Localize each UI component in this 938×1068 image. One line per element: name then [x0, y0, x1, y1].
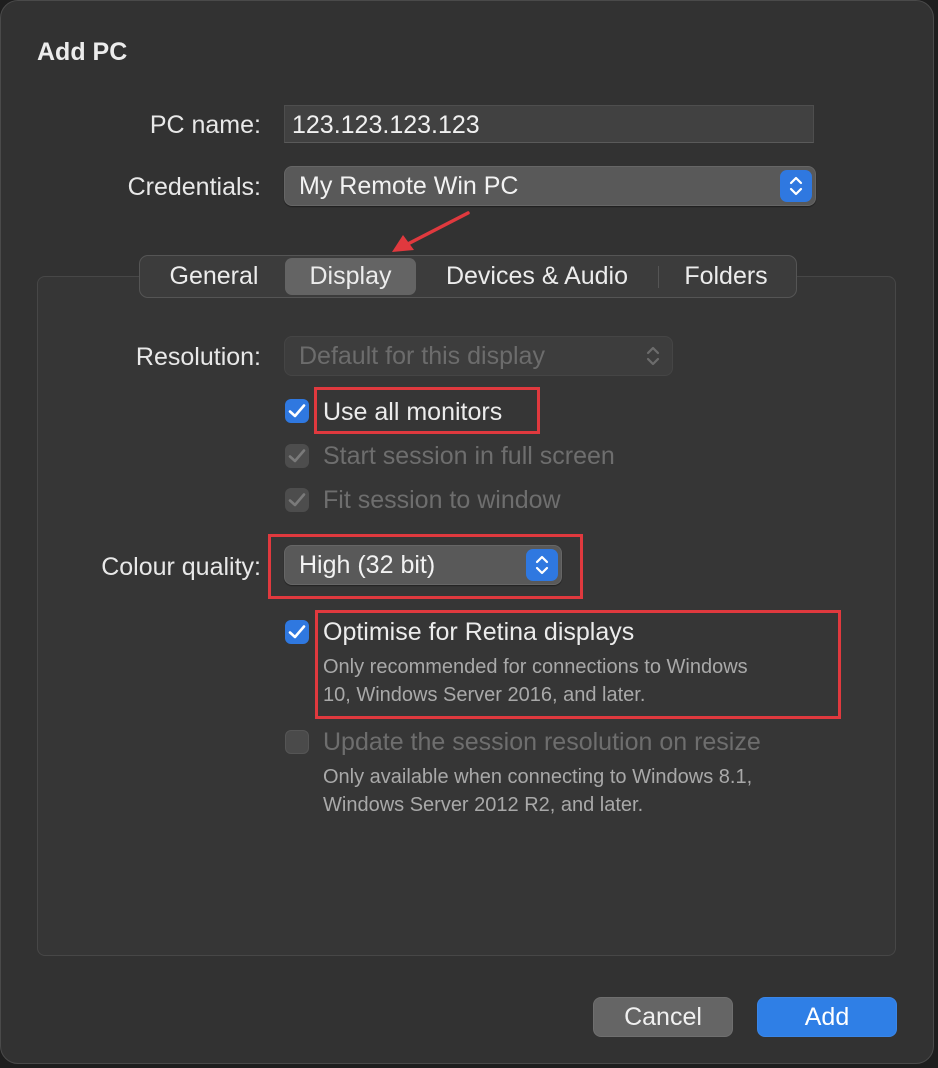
popup-stepper-icon	[637, 340, 669, 372]
use-all-monitors-checkbox[interactable]	[285, 399, 309, 423]
annotation-box	[315, 610, 841, 719]
tab-display[interactable]: Display	[285, 258, 416, 295]
pc-name-input[interactable]: 123.123.123.123	[284, 105, 814, 143]
annotation-box	[268, 534, 583, 599]
add-pc-dialog: Add PC PC name: 123.123.123.123 Credenti…	[0, 0, 934, 1064]
resolution-label: Resolution:	[135, 343, 261, 371]
checkmark-icon	[288, 625, 306, 639]
fit-to-window-label[interactable]: Fit session to window	[323, 486, 561, 515]
add-button[interactable]: Add	[757, 997, 897, 1037]
tab-bar: General Display Devices & Audio Folders	[139, 255, 797, 298]
tab-folders[interactable]: Folders	[659, 258, 793, 295]
update-resolution-hint-line2: Windows Server 2012 R2, and later.	[323, 794, 644, 816]
checkmark-icon	[288, 493, 306, 507]
checkmark-icon	[288, 449, 306, 463]
annotation-box	[314, 387, 540, 434]
checkmark-icon	[288, 404, 306, 418]
credentials-popup[interactable]: My Remote Win PC	[284, 166, 816, 206]
colour-quality-label: Colour quality:	[101, 553, 261, 581]
annotation-arrow-icon	[392, 211, 470, 252]
update-resolution-hint-line1: Only available when connecting to Window…	[323, 766, 753, 788]
popup-stepper-icon	[780, 170, 812, 202]
tab-general[interactable]: General	[143, 258, 285, 295]
pc-name-label: PC name:	[149, 111, 261, 139]
resolution-popup[interactable]: Default for this display	[284, 336, 673, 376]
update-resolution-label[interactable]: Update the session resolution on resize	[323, 728, 761, 757]
start-full-screen-label[interactable]: Start session in full screen	[323, 442, 615, 471]
optimise-retina-checkbox[interactable]	[285, 620, 309, 644]
update-resolution-checkbox[interactable]	[285, 730, 309, 754]
tab-devices-audio[interactable]: Devices & Audio	[416, 258, 658, 295]
fit-to-window-checkbox[interactable]	[285, 488, 309, 512]
credentials-value: My Remote Win PC	[299, 172, 519, 200]
resolution-value: Default for this display	[299, 342, 545, 370]
cancel-button[interactable]: Cancel	[593, 997, 733, 1037]
credentials-label: Credentials:	[127, 173, 261, 201]
start-full-screen-checkbox[interactable]	[285, 444, 309, 468]
dialog-title: Add PC	[37, 38, 128, 66]
